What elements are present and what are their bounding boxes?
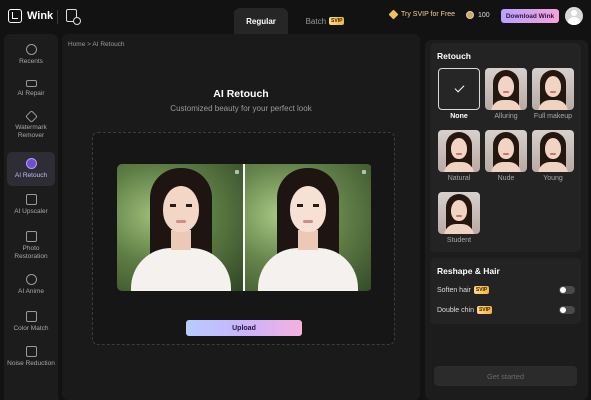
- double-chin-label: Double chin: [437, 306, 474, 314]
- anime-icon: [25, 274, 37, 285]
- header-divider: [57, 10, 58, 24]
- reshape-hair-card: Reshape & Hair Soften hair SVIP Double c…: [430, 258, 581, 324]
- style-thumb: [438, 192, 480, 234]
- style-label: Young: [543, 175, 563, 182]
- retouch-title: Retouch: [437, 51, 471, 61]
- sidebar-item-label: Recents: [19, 58, 43, 65]
- tab-batch-label: Batch: [305, 16, 327, 26]
- 4k-icon: [25, 194, 37, 205]
- page-subtitle: Customized beauty for your perfect look: [170, 104, 312, 113]
- before-marker-icon: [235, 170, 239, 174]
- style-full-makeup[interactable]: Full makeup: [532, 68, 574, 120]
- tab-batch[interactable]: Batch SVIP: [300, 8, 350, 34]
- tab-regular[interactable]: Regular: [234, 8, 288, 34]
- diamond-icon: [388, 9, 399, 20]
- style-label: Full makeup: [533, 113, 573, 120]
- compare-divider[interactable]: [243, 164, 245, 291]
- sidebar-item-label: AI Repair: [17, 90, 45, 97]
- sidebar-item-color-match[interactable]: Color Match: [7, 311, 55, 337]
- before-after-preview: [117, 164, 372, 291]
- noise-icon: [25, 346, 37, 357]
- style-nude[interactable]: Nude: [485, 130, 527, 182]
- eraser-icon: [24, 110, 38, 123]
- tab-regular-label: Regular: [246, 16, 276, 26]
- style-thumb: [438, 68, 480, 110]
- sidebar-item-label: AI Retouch: [14, 172, 48, 179]
- before-photo: [117, 164, 244, 291]
- style-thumb: [532, 130, 574, 172]
- sidebar-item-label: Noise Reduction: [7, 360, 55, 367]
- sidebar-item-label: Color Match: [13, 325, 49, 332]
- user-avatar[interactable]: [565, 7, 583, 25]
- sidebar-item-label: Photo Restoration: [14, 245, 48, 260]
- double-chin-toggle[interactable]: [559, 306, 575, 314]
- style-student[interactable]: Student: [438, 192, 480, 244]
- double-chin-row: Double chin SVIP: [437, 306, 575, 314]
- wink-logo-icon: [8, 9, 22, 23]
- style-label: Alluring: [494, 113, 518, 120]
- clock-icon: [25, 44, 37, 55]
- upload-button[interactable]: Upload: [186, 320, 302, 336]
- sidebar-item-ai-repair[interactable]: AI Repair: [7, 80, 55, 102]
- after-marker-icon: [362, 170, 366, 174]
- style-label: Nude: [497, 175, 515, 182]
- style-thumb: [485, 130, 527, 172]
- sidebar-nav: Recents AI Repair Watermark Remover AI R…: [4, 34, 58, 400]
- style-label: Student: [446, 237, 472, 244]
- coin-icon: [466, 11, 474, 19]
- style-thumb: [438, 130, 480, 172]
- color-match-icon: [25, 311, 37, 322]
- soften-hair-toggle[interactable]: [559, 286, 575, 294]
- breadcrumb[interactable]: Home > AI Retouch: [68, 41, 125, 48]
- style-none[interactable]: None: [438, 68, 480, 120]
- after-photo: [244, 164, 371, 291]
- repair-icon: [25, 80, 37, 87]
- coin-balance[interactable]: 100: [466, 11, 490, 19]
- sidebar-item-ai-upscaler[interactable]: AI Upscaler: [7, 194, 55, 220]
- download-wink-button[interactable]: Download Wink: [501, 9, 559, 23]
- retouch-card: Retouch None Alluring Full makeup Natura…: [430, 43, 581, 252]
- style-thumb: [485, 68, 527, 110]
- svip-badge: SVIP: [473, 286, 490, 294]
- retouch-icon: [25, 158, 37, 169]
- style-alluring[interactable]: Alluring: [485, 68, 527, 120]
- sidebar-item-recents[interactable]: Recents: [7, 44, 55, 72]
- style-young[interactable]: Young: [532, 130, 574, 182]
- settings-panel: Retouch None Alluring Full makeup Natura…: [425, 40, 588, 400]
- style-natural[interactable]: Natural: [438, 130, 480, 182]
- sidebar-item-label: Watermark Remover: [15, 124, 47, 139]
- check-icon: [454, 82, 464, 93]
- coin-count: 100: [478, 11, 490, 19]
- top-bar: Wink Regular Batch SVIP Try SVIP for Fre…: [0, 0, 591, 34]
- app-name: Wink: [27, 10, 54, 22]
- sidebar-item-ai-anime[interactable]: AI Anime: [7, 274, 55, 300]
- upload-dropzone[interactable]: Upload: [92, 132, 395, 345]
- reshape-hair-title: Reshape & Hair: [437, 266, 500, 276]
- page-title: AI Retouch: [213, 88, 269, 100]
- style-thumb: [532, 68, 574, 110]
- sidebar-item-label: AI Anime: [17, 288, 44, 295]
- soften-hair-row: Soften hair SVIP: [437, 286, 575, 294]
- projects-icon[interactable]: [66, 9, 81, 25]
- sidebar-item-ai-retouch[interactable]: AI Retouch: [7, 152, 55, 186]
- sidebar-item-label: AI Upscaler: [14, 208, 48, 215]
- sidebar-item-photo-restoration[interactable]: Photo Restoration: [7, 231, 55, 265]
- svip-badge: SVIP: [476, 306, 493, 314]
- get-started-button[interactable]: Get started: [434, 366, 577, 386]
- sidebar-item-watermark-remover[interactable]: Watermark Remover: [7, 110, 55, 146]
- app-logo[interactable]: Wink: [8, 9, 53, 23]
- photo-icon: [25, 231, 37, 242]
- svip-badge: SVIP: [329, 17, 345, 25]
- style-label: Natural: [447, 175, 471, 182]
- soften-hair-label: Soften hair: [437, 286, 471, 294]
- try-svip-link[interactable]: Try SVIP for Free: [388, 9, 456, 20]
- try-svip-label: Try SVIP for Free: [401, 11, 456, 18]
- main-area: Home > AI Retouch AI Retouch Customized …: [62, 34, 420, 400]
- style-label: None: [450, 113, 468, 120]
- sidebar-item-noise-reduction[interactable]: Noise Reduction: [7, 346, 55, 380]
